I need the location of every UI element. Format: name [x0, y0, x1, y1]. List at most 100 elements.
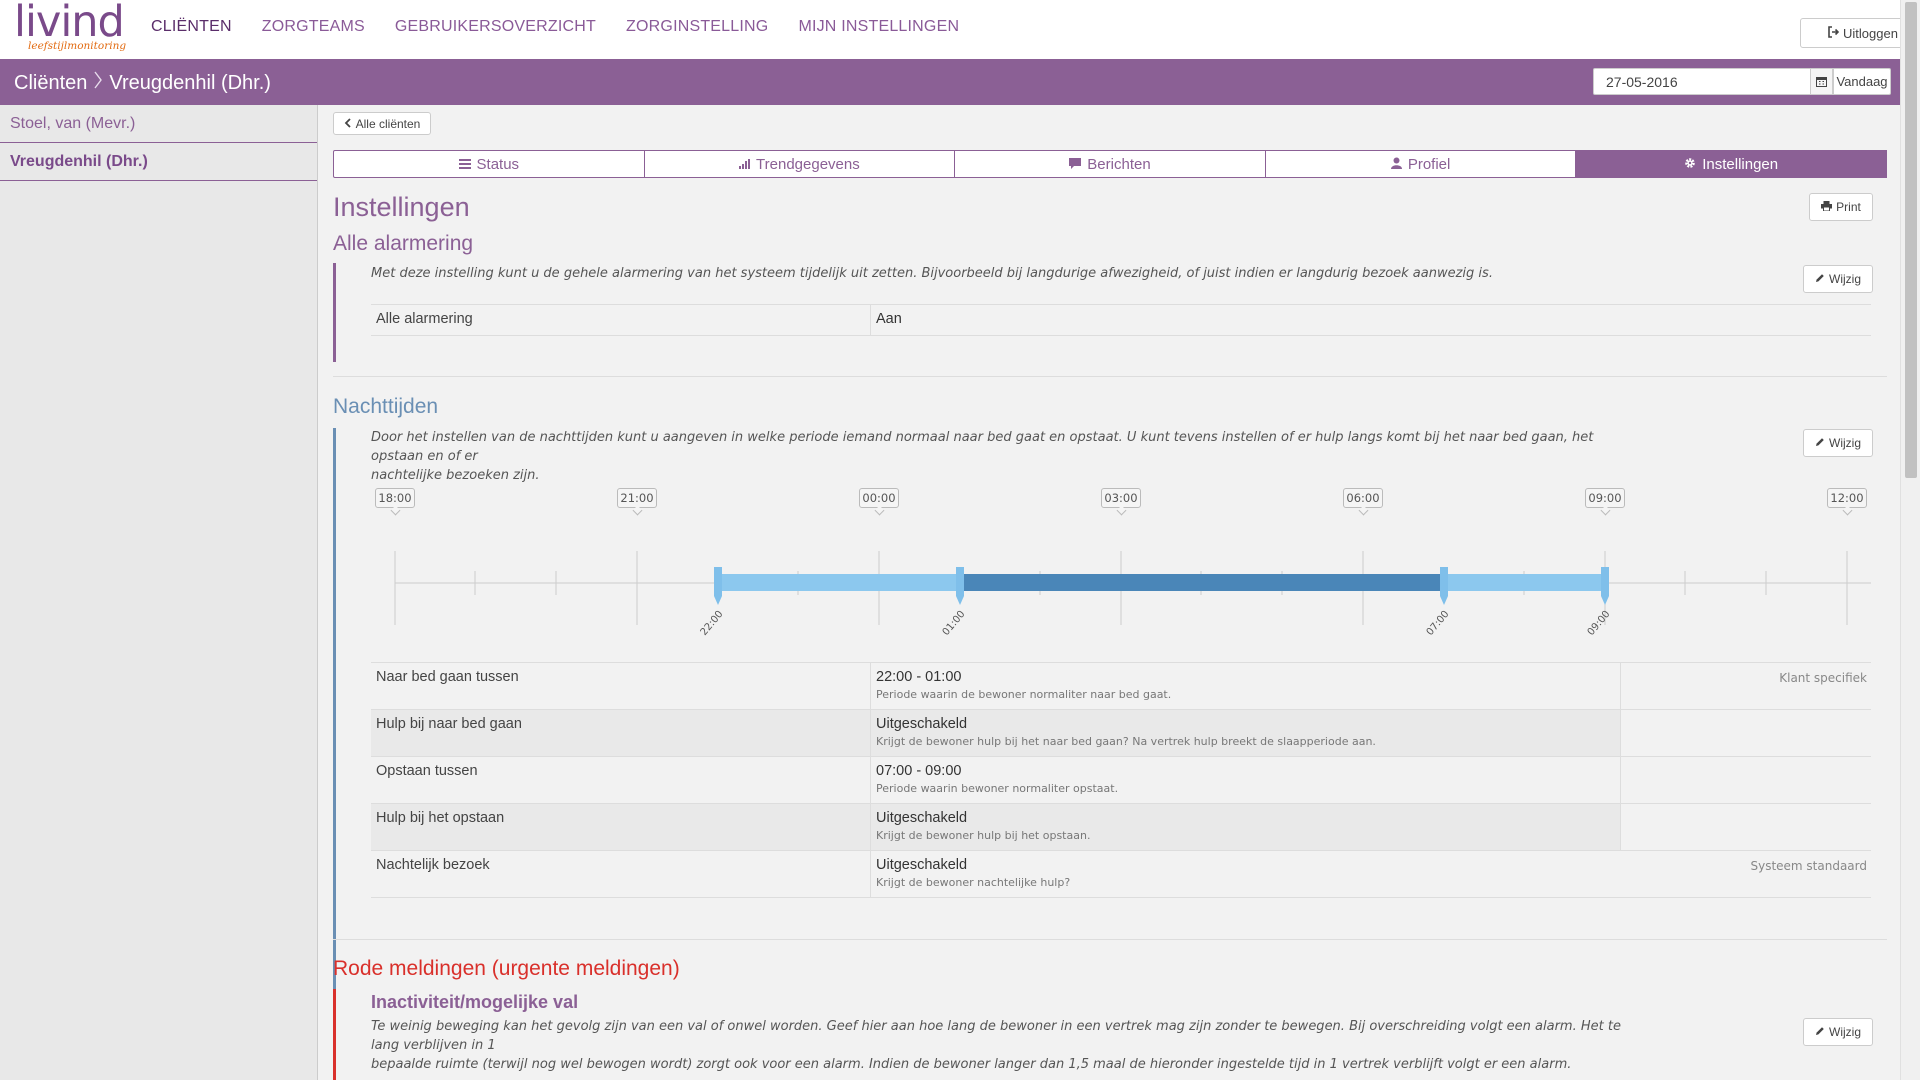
- nav-clienten[interactable]: CLIËNTEN: [151, 18, 232, 36]
- page-scrollbar[interactable]: [1900, 0, 1920, 1080]
- all-clients-button[interactable]: Alle cliënten: [333, 112, 431, 135]
- inactivity-edit-button[interactable]: Wijzig: [1803, 1018, 1873, 1046]
- list-icon: [458, 156, 471, 173]
- section-divider: [333, 939, 1887, 940]
- edit-label: Wijzig: [1829, 436, 1861, 450]
- row-source: Klant specifiek: [1779, 671, 1867, 685]
- slider-handle[interactable]: [714, 567, 722, 605]
- calendar-icon[interactable]: [1811, 68, 1833, 95]
- tab-instellingen[interactable]: Instellingen: [1576, 150, 1887, 178]
- row-value: 07:00 - 09:00 Periode waarin bewoner norm…: [871, 757, 1621, 803]
- main-content: Alle cliënten Status Trendgegevens Beric…: [319, 105, 1900, 1080]
- table-row: Opstaan tussen 07:00 - 09:00 Periode waar…: [371, 757, 1871, 804]
- timeline-hour-label: 03:00: [1101, 488, 1141, 508]
- client-item[interactable]: Stoel, van (Mevr.): [0, 105, 317, 143]
- timeline-hour-label: 06:00: [1343, 488, 1383, 508]
- today-button[interactable]: Vandaag: [1833, 68, 1891, 95]
- client-item-active[interactable]: Vreugdenhil (Dhr.): [0, 143, 317, 181]
- tab-status[interactable]: Status: [333, 150, 645, 178]
- night-edit-button[interactable]: Wijzig: [1803, 429, 1873, 457]
- section-divider: [333, 376, 1887, 377]
- livind-logo[interactable]: livind leefstijlmonitoring: [14, 0, 126, 54]
- night-table: Naar bed gaan tussen 22:00 - 01:00 Period…: [371, 662, 1871, 898]
- table-row: Nachtelijk bezoek Uitgeschakeld Krijgt de…: [371, 851, 1871, 898]
- tab-profiel[interactable]: Profiel: [1265, 150, 1577, 178]
- timeline-hour-label: 09:00: [1585, 488, 1625, 508]
- row-value-text: Uitgeschakeld: [876, 857, 968, 873]
- tab-trendgegevens[interactable]: Trendgegevens: [644, 150, 956, 178]
- printer-icon: [1821, 200, 1833, 214]
- wake-range: [1444, 574, 1605, 591]
- inactivity-description: Te weinig beweging kan het gevolg zijn v…: [371, 1017, 1631, 1074]
- slider-handle[interactable]: [1601, 567, 1609, 605]
- gear-icon: [1684, 156, 1696, 173]
- row-source: Systeem standaard: [1750, 859, 1867, 873]
- row-source: [1621, 804, 1871, 850]
- pencil-icon: [1815, 436, 1825, 450]
- handle-time-label: 22:00: [699, 609, 726, 638]
- logo-wordmark: livind: [14, 0, 125, 47]
- night-description-line: nachtelijke bezoeken zijn.: [371, 468, 540, 483]
- red-alerts-section-title: Rode meldingen (urgente meldingen): [333, 957, 680, 980]
- slider-handle[interactable]: [1440, 567, 1448, 605]
- table-row: Naar bed gaan tussen 22:00 - 01:00 Period…: [371, 663, 1871, 710]
- bar-chart-icon: [739, 156, 751, 173]
- handle-time-label: 09:00: [1586, 609, 1613, 638]
- all-clients-label: Alle cliënten: [355, 116, 421, 131]
- row-value: Uitgeschakeld Krijgt de bewoner hulp bij …: [871, 804, 1621, 850]
- slider-handle[interactable]: [956, 567, 964, 605]
- edit-label: Wijzig: [1829, 1025, 1861, 1039]
- sleep-range: [960, 574, 1444, 591]
- row-value: Aan: [871, 305, 1621, 335]
- message-icon: [1069, 156, 1082, 173]
- tab-berichten[interactable]: Berichten: [955, 150, 1266, 178]
- pencil-icon: [1815, 272, 1825, 286]
- logout-icon: [1827, 25, 1840, 41]
- breadcrumb: Cliënten Vreugdenhil (Dhr.): [14, 70, 271, 96]
- alarm-section-border: [333, 263, 336, 362]
- chevron-left-icon: [344, 117, 351, 131]
- row-source: [1621, 757, 1871, 803]
- tab-status-label: Status: [476, 155, 520, 173]
- date-field[interactable]: 27-05-2016: [1593, 68, 1811, 95]
- nav-zorgteams[interactable]: ZORGTEAMS: [262, 18, 365, 36]
- row-key: Nachtelijk bezoek: [371, 851, 871, 897]
- logout-label: Uitloggen: [1843, 25, 1898, 41]
- timeline-hour-label: 18:00: [375, 488, 415, 508]
- row-value-hint: Krijgt de bewoner hulp bij het naar bed …: [876, 735, 1376, 748]
- alarm-description: Met deze instelling kunt u de gehele ala…: [371, 266, 1493, 281]
- row-value-hint: Periode waarin bewoner normaliter opstaa…: [876, 782, 1119, 795]
- row-value-hint: Periode waarin de bewoner normaliter naa…: [876, 688, 1172, 701]
- row-key: Opstaan tussen: [371, 757, 871, 803]
- client-header-bar: Cliënten Vreugdenhil (Dhr.) 27-05-2016 V…: [0, 59, 1900, 105]
- timeline-hour-label: 00:00: [859, 488, 899, 508]
- breadcrumb-root[interactable]: Cliënten: [14, 72, 87, 95]
- nav-gebruikersoverzicht[interactable]: GEBRUIKERSOVERZICHT: [395, 18, 596, 36]
- table-row: Hulp bij het opstaan Uitgeschakeld Krijgt…: [371, 804, 1871, 851]
- main-nav: CLIËNTEN ZORGTEAMS GEBRUIKERSOVERZICHT Z…: [151, 18, 989, 36]
- scrollbar-thumb[interactable]: [1905, 2, 1917, 478]
- tab-instellingen-label: Instellingen: [1702, 155, 1779, 173]
- tab-profiel-label: Profiel: [1407, 155, 1451, 173]
- timeline-hour-label: 12:00: [1827, 488, 1867, 508]
- night-description-line: Door het instellen van de nachttijden ku…: [371, 430, 1594, 464]
- print-button[interactable]: Print: [1809, 193, 1873, 221]
- alarm-edit-button[interactable]: Wijzig: [1803, 265, 1873, 293]
- alarm-section-title: Alle alarmering: [333, 232, 474, 255]
- row-value: Uitgeschakeld Krijgt de bewoner hulp bij …: [871, 710, 1621, 756]
- row-key: Hulp bij naar bed gaan: [371, 710, 871, 756]
- table-row: Alle alarmering Aan: [371, 305, 1871, 336]
- breadcrumb-current: Vreugdenhil (Dhr.): [109, 71, 271, 94]
- row-value-text: Uitgeschakeld: [876, 716, 968, 732]
- handle-time-label: 01:00: [941, 609, 968, 638]
- night-timeline-slider[interactable]: 22:00 01:00 07:00 09:00: [371, 525, 1891, 645]
- row-value-text: Aan: [876, 311, 902, 327]
- nav-mijn-instellingen[interactable]: MIJN INSTELLINGEN: [798, 18, 959, 36]
- nav-zorginstelling[interactable]: ZORGINSTELLING: [626, 18, 768, 36]
- handle-time-label: 07:00: [1425, 609, 1452, 638]
- client-list: Stoel, van (Mevr.) Vreugdenhil (Dhr.): [0, 105, 318, 1080]
- tab-berichten-label: Berichten: [1087, 155, 1151, 173]
- timeline-hour-label: 21:00: [617, 488, 657, 508]
- inactivity-title: Inactiviteit/mogelijke val: [371, 992, 579, 1012]
- alarm-table: Alle alarmering Aan: [371, 304, 1871, 336]
